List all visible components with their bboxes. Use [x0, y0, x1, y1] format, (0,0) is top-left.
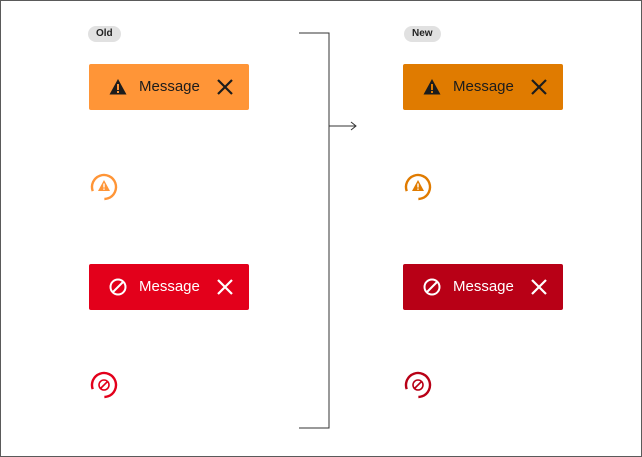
- old-error-progress-ring: [90, 371, 118, 399]
- blocked-circle-icon: [423, 278, 441, 296]
- close-icon[interactable]: [217, 279, 233, 295]
- close-icon[interactable]: [217, 79, 233, 95]
- warning-triangle-icon: [412, 180, 424, 191]
- new-warning-message: Message: [453, 78, 514, 95]
- old-label: Old: [88, 26, 121, 42]
- old-error-banner: Message: [89, 264, 249, 310]
- new-error-banner: Message: [403, 264, 563, 310]
- warning-triangle-icon: [98, 180, 110, 191]
- old-warning-progress-ring: [90, 173, 118, 201]
- warning-triangle-icon: [423, 79, 441, 95]
- arrow-right-icon: [329, 121, 357, 131]
- warning-triangle-icon: [109, 79, 127, 95]
- close-icon[interactable]: [531, 279, 547, 295]
- new-error-progress-ring: [404, 371, 432, 399]
- old-warning-message: Message: [139, 78, 200, 95]
- blocked-circle-icon: [109, 278, 127, 296]
- new-warning-banner: Message: [403, 64, 563, 110]
- blocked-circle-icon: [98, 379, 110, 391]
- close-icon[interactable]: [531, 79, 547, 95]
- new-label: New: [404, 26, 441, 42]
- old-error-message: Message: [139, 278, 200, 295]
- new-warning-progress-ring: [404, 173, 432, 201]
- blocked-circle-icon: [412, 379, 424, 391]
- old-warning-banner: Message: [89, 64, 249, 110]
- new-error-message: Message: [453, 278, 514, 295]
